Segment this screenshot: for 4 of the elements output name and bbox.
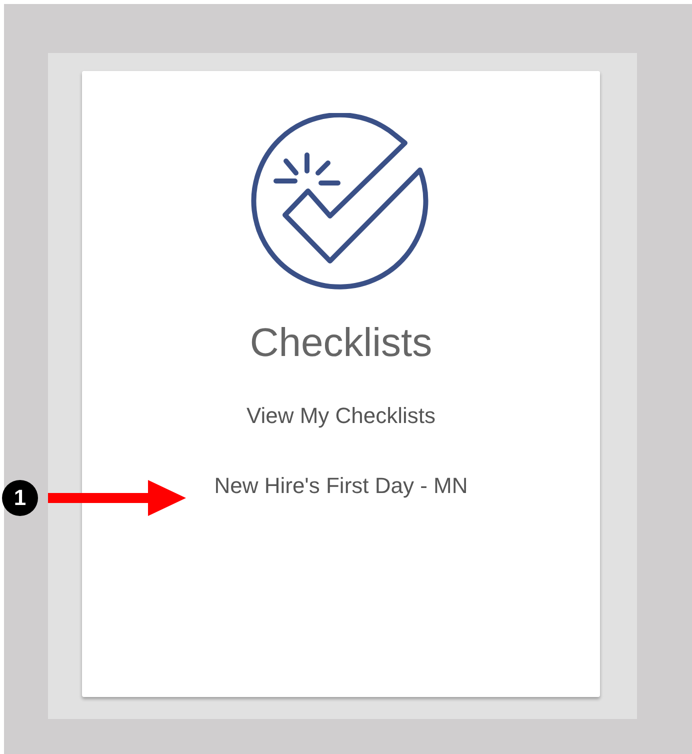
callout-badge: 1	[2, 480, 38, 516]
card-title: Checklists	[250, 320, 432, 367]
checklist-link[interactable]: View My Checklists	[246, 402, 436, 430]
checklist-link[interactable]: New Hire's First Day - MN	[214, 472, 468, 500]
